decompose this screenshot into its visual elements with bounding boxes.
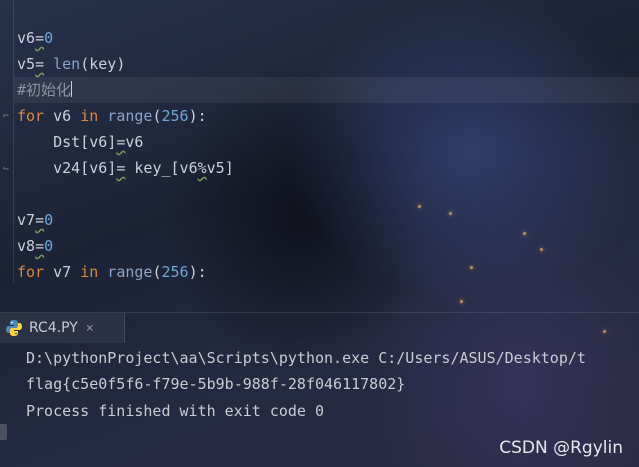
code-line: v7=0 — [17, 207, 53, 233]
run-tool-window-header: RC4.PY × — [0, 312, 639, 343]
code-token: 0 — [44, 237, 54, 255]
code-token: = — [35, 29, 45, 47]
code-token: Dst[v6] — [17, 133, 117, 151]
code-token: v5] — [206, 159, 234, 177]
watermark: CSDN @Rgylin — [499, 438, 623, 458]
code-token: v8 — [17, 237, 36, 255]
code-token: ): — [188, 107, 207, 125]
code-line: v24[v6]= key_[v6%v5] — [17, 155, 234, 181]
console-line-exit: Process finished with exit code 0 — [26, 402, 325, 420]
code-token: = — [35, 211, 45, 229]
console-line-flag: flag{c5e0f5f6-f79e-5b9b-988f-28f04611780… — [26, 375, 406, 393]
code-line: v5= len(key) — [17, 51, 125, 77]
code-token: v7 — [44, 263, 81, 281]
current-line-highlight — [14, 77, 639, 103]
code-token: len — [44, 55, 81, 73]
rerun-button[interactable] — [0, 424, 7, 440]
fold-close-icon[interactable]: ⌙ — [3, 163, 9, 174]
code-token: key_[v6 — [125, 159, 198, 177]
code-token: v6 — [17, 29, 36, 47]
run-tab-label: RC4.PY — [29, 320, 78, 336]
code-token: ( — [152, 263, 162, 281]
code-line: #初始化 — [17, 77, 73, 103]
code-token: in — [80, 107, 99, 125]
code-token: range — [98, 107, 153, 125]
code-token: 256 — [161, 263, 189, 281]
code-token: range — [98, 263, 153, 281]
code-token: for — [17, 263, 45, 281]
console-line-command: D:\pythonProject\aa\Scripts\python.exe C… — [26, 349, 586, 367]
code-token: #初始化 — [17, 81, 72, 99]
code-token: v7 — [17, 211, 36, 229]
run-tab[interactable]: RC4.PY × — [0, 313, 125, 343]
code-token: 256 — [161, 107, 189, 125]
code-token: v24[v6] — [17, 159, 117, 177]
code-token: 0 — [44, 211, 54, 229]
code-line: v8=0 — [17, 233, 53, 259]
code-token: = — [35, 237, 45, 255]
code-token: ): — [188, 263, 207, 281]
spark — [460, 300, 463, 303]
editor-gutter: ⌐ ⌙ — [0, 0, 14, 282]
code-line: v6=0 — [17, 25, 53, 51]
code-line: Dst[v6]=v6 — [17, 129, 143, 155]
code-token: ( — [152, 107, 162, 125]
code-token: % — [197, 159, 207, 177]
run-side-toolbar — [0, 342, 8, 467]
code-token: = — [35, 55, 45, 73]
code-token: v6 — [125, 133, 144, 151]
code-line: for v7 in range(256): — [17, 259, 207, 282]
python-file-icon — [6, 320, 22, 336]
code-token: v5 — [17, 55, 36, 73]
code-token: 0 — [44, 29, 54, 47]
fold-open-icon[interactable]: ⌐ — [3, 111, 9, 122]
code-editor[interactable]: ⌐ ⌙ v6=0 v5= len(key) #初始化 for v6 in range(… — [0, 0, 639, 282]
close-icon[interactable]: × — [86, 321, 94, 336]
code-token: for — [17, 107, 45, 125]
text-caret — [71, 81, 73, 97]
code-token: v6 — [44, 107, 81, 125]
code-token: (key) — [80, 55, 126, 73]
code-token: in — [80, 263, 99, 281]
code-line: for v6 in range(256): — [17, 103, 207, 129]
